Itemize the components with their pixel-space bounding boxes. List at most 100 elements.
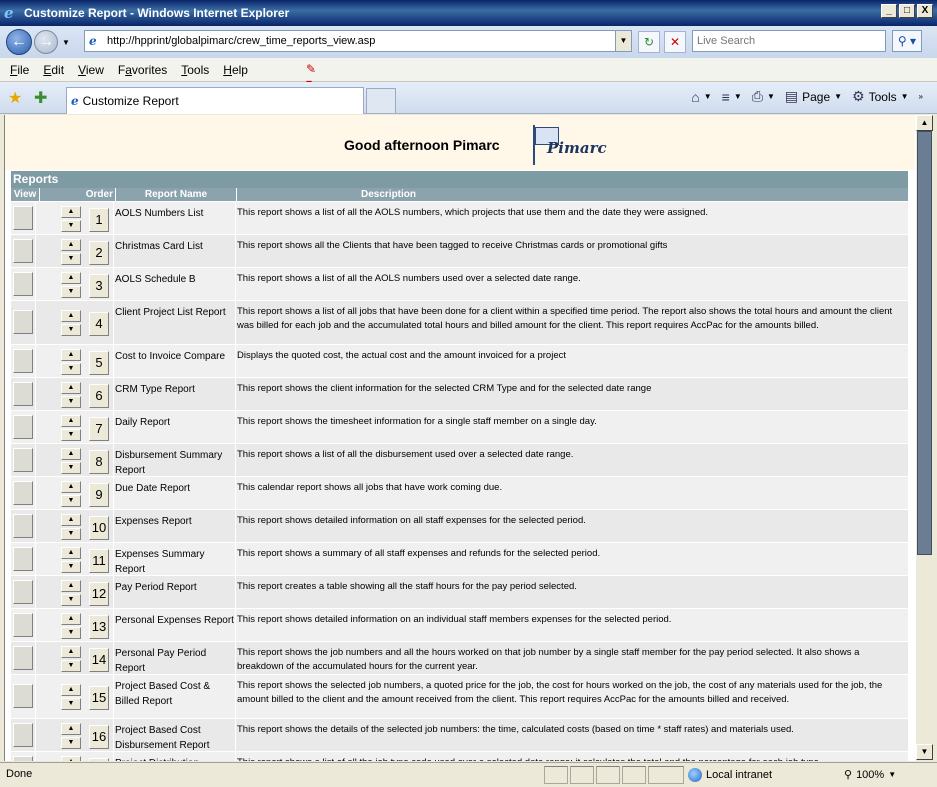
move-down-button[interactable]: ▼ <box>61 698 81 710</box>
menu-file[interactable]: File <box>10 63 29 77</box>
history-dropdown-icon[interactable]: ▼ <box>60 38 72 47</box>
view-report-button[interactable] <box>13 349 33 373</box>
menu-help[interactable]: Help <box>223 63 248 77</box>
view-report-button[interactable] <box>13 382 33 406</box>
move-down-button[interactable]: ▼ <box>61 594 81 606</box>
move-down-button[interactable]: ▼ <box>61 528 81 540</box>
view-report-button[interactable] <box>13 547 33 571</box>
order-number[interactable]: 16 <box>89 725 109 749</box>
move-down-button[interactable]: ▼ <box>61 561 81 573</box>
order-number[interactable]: 7 <box>89 417 109 441</box>
view-report-button[interactable] <box>13 684 33 708</box>
page-menu[interactable]: Page <box>802 90 830 104</box>
order-number[interactable]: 12 <box>89 582 109 606</box>
scroll-down-icon[interactable]: ▼ <box>916 744 933 760</box>
move-down-button[interactable]: ▼ <box>61 462 81 474</box>
move-down-button[interactable]: ▼ <box>61 429 81 441</box>
address-field[interactable]: e http://hpprint/globalpimarc/crew_time_… <box>84 30 632 52</box>
feeds-icon[interactable]: ≡ <box>722 89 730 105</box>
pdf-convert-icon[interactable]: ✎ ▾ <box>306 62 324 90</box>
search-box[interactable] <box>692 30 886 52</box>
move-up-button[interactable]: ▲ <box>61 684 81 696</box>
add-favorite-icon[interactable]: ✚ <box>34 88 47 108</box>
order-number[interactable]: 15 <box>89 686 109 710</box>
view-report-button[interactable] <box>13 514 33 538</box>
move-down-button[interactable]: ▼ <box>61 286 81 298</box>
order-number[interactable]: 4 <box>89 312 109 336</box>
home-icon[interactable]: ⌂ <box>691 89 699 105</box>
search-button[interactable]: ⚲ ▾ <box>892 30 922 52</box>
order-number[interactable]: 3 <box>89 274 109 298</box>
forward-button[interactable]: → <box>34 30 58 54</box>
view-report-button[interactable] <box>13 310 33 334</box>
menu-edit[interactable]: Edit <box>43 63 64 77</box>
order-number[interactable]: 9 <box>89 483 109 507</box>
scroll-up-icon[interactable]: ▲ <box>916 115 933 131</box>
order-number[interactable]: 2 <box>89 241 109 265</box>
search-input[interactable] <box>693 31 885 51</box>
move-up-button[interactable]: ▲ <box>61 580 81 592</box>
move-up-button[interactable]: ▲ <box>61 723 81 735</box>
order-number[interactable]: 5 <box>89 351 109 375</box>
view-report-button[interactable] <box>13 206 33 230</box>
feeds-dropdown-icon[interactable]: ▼ <box>734 92 742 101</box>
maximize-button[interactable]: □ <box>899 4 915 18</box>
new-tab-button[interactable] <box>366 88 396 113</box>
order-number[interactable]: 17 <box>89 758 109 761</box>
move-up-button[interactable]: ▲ <box>61 646 81 658</box>
favorites-star-icon[interactable]: ★ <box>8 88 22 108</box>
move-down-button[interactable]: ▼ <box>61 627 81 639</box>
address-dropdown-icon[interactable]: ▼ <box>615 31 631 51</box>
tools-menu[interactable]: Tools <box>869 90 897 104</box>
tools-dropdown-icon[interactable]: ▼ <box>901 92 909 101</box>
move-up-button[interactable]: ▲ <box>61 206 81 218</box>
zoom-dropdown-icon[interactable]: ▼ <box>888 770 896 779</box>
move-up-button[interactable]: ▲ <box>61 272 81 284</box>
move-up-button[interactable]: ▲ <box>61 239 81 251</box>
view-report-button[interactable] <box>13 613 33 637</box>
security-zone[interactable]: Local intranet <box>688 768 772 782</box>
close-button[interactable]: X <box>917 4 933 18</box>
menu-tools[interactable]: Tools <box>181 63 209 77</box>
move-down-button[interactable]: ▼ <box>61 495 81 507</box>
view-report-button[interactable] <box>13 723 33 747</box>
move-up-button[interactable]: ▲ <box>61 547 81 559</box>
view-report-button[interactable] <box>13 646 33 670</box>
view-report-button[interactable] <box>13 239 33 263</box>
menu-favorites[interactable]: Favorites <box>118 63 167 77</box>
order-number[interactable]: 13 <box>89 615 109 639</box>
home-dropdown-icon[interactable]: ▼ <box>704 92 712 101</box>
move-down-button[interactable]: ▼ <box>61 220 81 232</box>
order-number[interactable]: 11 <box>89 549 109 573</box>
move-up-button[interactable]: ▲ <box>61 756 81 761</box>
view-report-button[interactable] <box>13 756 33 761</box>
move-up-button[interactable]: ▲ <box>61 448 81 460</box>
tab-customize-report[interactable]: e Customize Report <box>66 87 364 114</box>
print-icon[interactable]: ⎙ <box>752 88 763 105</box>
page-dropdown-icon[interactable]: ▼ <box>834 92 842 101</box>
order-number[interactable]: 14 <box>89 648 109 672</box>
url-text[interactable]: http://hpprint/globalpimarc/crew_time_re… <box>107 35 375 47</box>
zoom-control[interactable]: ⚲ 100% ▼ <box>844 768 896 782</box>
scroll-thumb[interactable] <box>917 131 932 555</box>
move-up-button[interactable]: ▲ <box>61 310 81 322</box>
order-number[interactable]: 1 <box>89 208 109 232</box>
move-down-button[interactable]: ▼ <box>61 363 81 375</box>
move-up-button[interactable]: ▲ <box>61 415 81 427</box>
move-up-button[interactable]: ▲ <box>61 349 81 361</box>
order-number[interactable]: 6 <box>89 384 109 408</box>
order-number[interactable]: 10 <box>89 516 109 540</box>
vertical-scrollbar[interactable]: ▲ ▼ <box>915 115 933 761</box>
view-report-button[interactable] <box>13 415 33 439</box>
view-report-button[interactable] <box>13 481 33 505</box>
back-button[interactable]: ← <box>6 29 32 55</box>
chevron-more-icon[interactable]: » <box>919 92 923 101</box>
move-down-button[interactable]: ▼ <box>61 324 81 336</box>
move-down-button[interactable]: ▼ <box>61 737 81 749</box>
stop-icon[interactable]: ✕ <box>664 31 686 53</box>
move-down-button[interactable]: ▼ <box>61 396 81 408</box>
move-up-button[interactable]: ▲ <box>61 514 81 526</box>
view-report-button[interactable] <box>13 448 33 472</box>
move-down-button[interactable]: ▼ <box>61 660 81 672</box>
move-up-button[interactable]: ▲ <box>61 613 81 625</box>
